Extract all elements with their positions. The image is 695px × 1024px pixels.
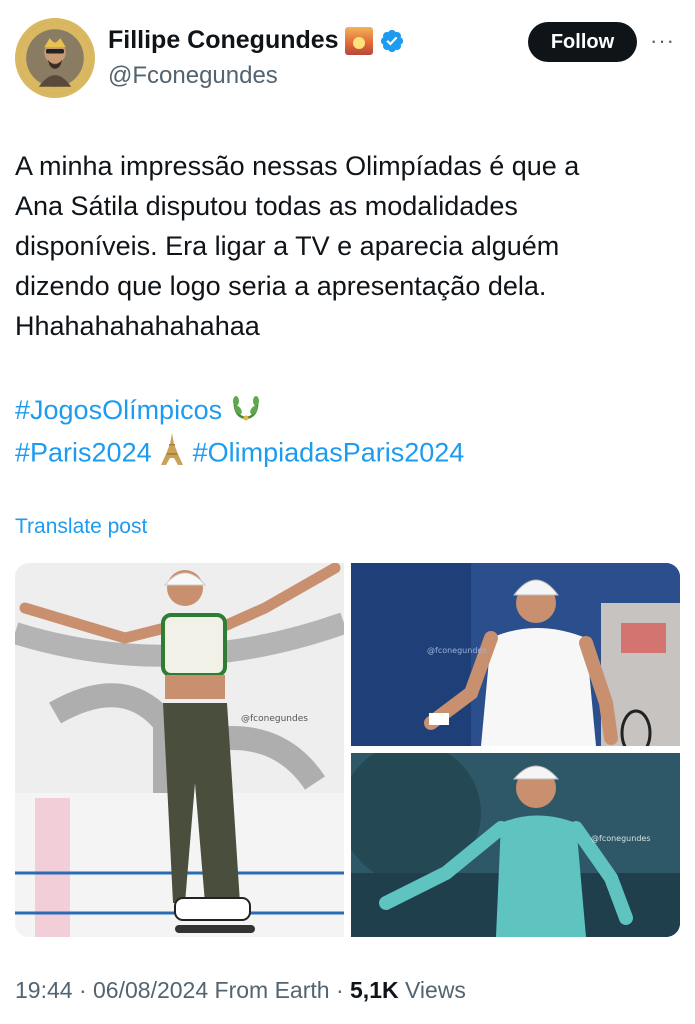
more-options-icon[interactable]: ··· [650,28,675,54]
separator: · [78,977,87,1003]
post-text-line: dizendo que logo seria a apresentação de… [15,271,547,301]
post-text: A minha impressão nessas Olimpíadas é qu… [15,146,675,346]
post-text-line: A minha impressão nessas Olimpíadas é qu… [15,151,580,181]
author-handle[interactable]: @Fconegundes [108,62,278,90]
author-name-row: Fillipe Conegundes [108,26,405,55]
follow-button[interactable]: Follow [528,22,637,62]
hashtag-paris2024[interactable]: #Paris2024 [15,438,152,468]
hashtag-jogos-olimpicos[interactable]: #JogosOlímpicos [15,395,222,425]
hashtag-olimpiadas-paris2024[interactable]: #OlimpiadasParis2024 [193,438,465,468]
views-label: Views [405,977,466,1003]
photo-tennis-player[interactable]: @fconegundes [351,563,680,746]
sunset-emoji-icon [344,26,373,55]
watermark: @fconegundes [241,714,308,724]
post-metadata: 19:44 · 06/08/2024 From Earth · 5,1K Vie… [15,977,466,1004]
media-grid: @fconegundes @fconegundes @fconegundes [15,563,680,937]
post-text-line: disponíveis. Era ligar a TV e aparecia a… [15,231,560,261]
post-date[interactable]: 06/08/2024 [93,977,208,1003]
translate-post-link[interactable]: Translate post [15,515,147,539]
avatar[interactable] [15,18,95,98]
hashtag-line-2: #Paris2024 #OlimpiadasParis2024 [15,432,675,477]
laurel-wreath-icon [230,391,262,432]
hashtag-line-1: #JogosOlímpicos [15,390,675,432]
watermark: @fconegundes [427,646,487,655]
separator: · [335,977,344,1003]
watermark: @fconegundes [591,834,651,843]
eiffel-tower-icon [159,432,185,477]
hashtags: #JogosOlímpicos #Paris2024 #OlimpiadasPa… [15,390,675,477]
post-header: Fillipe Conegundes @Fconegundes Follow ·… [0,0,695,110]
author-display-name[interactable]: Fillipe Conegundes [108,26,339,55]
photo-skateboarder[interactable]: @fconegundes [15,563,344,937]
post-source: From Earth [214,977,330,1003]
verified-badge-icon[interactable] [379,28,405,54]
views-count: 5,1K [350,977,399,1003]
photo-gymnast[interactable]: @fconegundes [351,753,680,937]
post-text-line: Ana Sátila disputou todas as modalidades [15,191,518,221]
post-text-line: Hhahahahahahahaa [15,311,260,341]
post-time[interactable]: 19:44 [15,977,73,1003]
